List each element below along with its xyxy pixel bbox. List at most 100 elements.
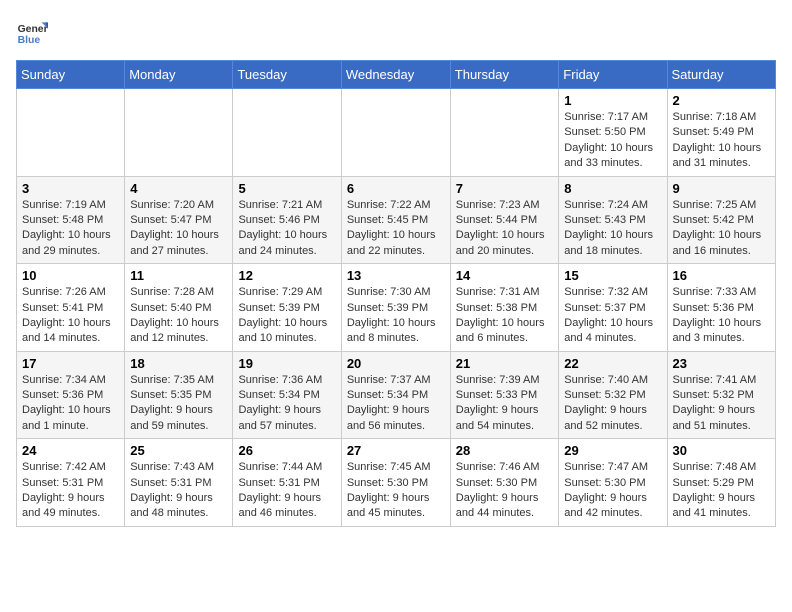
calendar-cell: 7 Sunrise: 7:23 AM Sunset: 5:44 PM Daylig… bbox=[450, 176, 559, 264]
calendar-cell: 3 Sunrise: 7:19 AM Sunset: 5:48 PM Daylig… bbox=[17, 176, 125, 264]
day-number: 5 bbox=[238, 181, 335, 196]
day-info: Sunrise: 7:17 AM Sunset: 5:50 PM Dayligh… bbox=[564, 110, 661, 172]
day-info: Sunrise: 7:28 AM Sunset: 5:40 PM Dayligh… bbox=[130, 285, 227, 347]
weekday-header: Tuesday bbox=[233, 61, 341, 89]
calendar-cell: 10 Sunrise: 7:26 AM Sunset: 5:41 PM Dayli… bbox=[17, 264, 125, 352]
calendar-cell: 15 Sunrise: 7:32 AM Sunset: 5:37 PM Dayli… bbox=[559, 264, 667, 352]
day-number: 13 bbox=[347, 268, 445, 283]
day-number: 22 bbox=[564, 356, 661, 371]
calendar-cell: 19Sunrise: 7:36 AM Sunset: 5:34 PM Dayli… bbox=[233, 351, 341, 439]
day-number: 7 bbox=[456, 181, 554, 196]
day-number: 26 bbox=[238, 443, 335, 458]
day-info: Sunrise: 7:45 AM Sunset: 5:30 PM Dayligh… bbox=[347, 460, 445, 522]
calendar-cell: 14 Sunrise: 7:31 AM Sunset: 5:38 PM Dayli… bbox=[450, 264, 559, 352]
day-info: Sunrise: 7:31 AM Sunset: 5:38 PM Dayligh… bbox=[456, 285, 554, 347]
calendar-cell: 20 Sunrise: 7:37 AM Sunset: 5:34 PM Dayli… bbox=[341, 351, 450, 439]
day-number: 21 bbox=[456, 356, 554, 371]
calendar-week-row: 1Sunrise: 7:17 AM Sunset: 5:50 PM Daylig… bbox=[17, 89, 776, 177]
calendar-cell: 29Sunrise: 7:47 AM Sunset: 5:30 PM Dayli… bbox=[559, 439, 667, 527]
day-info: Sunrise: 7:35 AM Sunset: 5:35 PM Dayligh… bbox=[130, 373, 227, 435]
day-number: 12 bbox=[238, 268, 335, 283]
day-info: Sunrise: 7:41 AM Sunset: 5:32 PM Dayligh… bbox=[673, 373, 770, 435]
weekday-header: Monday bbox=[125, 61, 233, 89]
day-info: Sunrise: 7:48 AM Sunset: 5:29 PM Dayligh… bbox=[673, 460, 770, 522]
calendar-cell: 17 Sunrise: 7:34 AM Sunset: 5:36 PM Dayli… bbox=[17, 351, 125, 439]
day-number: 19 bbox=[238, 356, 335, 371]
calendar-cell bbox=[341, 89, 450, 177]
calendar-cell: 25 Sunrise: 7:43 AM Sunset: 5:31 PM Dayli… bbox=[125, 439, 233, 527]
weekday-header: Sunday bbox=[17, 61, 125, 89]
day-info: Sunrise: 7:42 AM Sunset: 5:31 PM Dayligh… bbox=[22, 460, 119, 522]
day-number: 8 bbox=[564, 181, 661, 196]
day-number: 17 bbox=[22, 356, 119, 371]
day-info: Sunrise: 7:47 AM Sunset: 5:30 PM Dayligh… bbox=[564, 460, 661, 522]
day-number: 4 bbox=[130, 181, 227, 196]
day-number: 16 bbox=[673, 268, 770, 283]
day-info: Sunrise: 7:30 AM Sunset: 5:39 PM Dayligh… bbox=[347, 285, 445, 347]
calendar-cell: 12 Sunrise: 7:29 AM Sunset: 5:39 PM Dayli… bbox=[233, 264, 341, 352]
calendar-week-row: 3 Sunrise: 7:19 AM Sunset: 5:48 PM Daylig… bbox=[17, 176, 776, 264]
calendar-cell bbox=[450, 89, 559, 177]
calendar-cell: 9 Sunrise: 7:25 AM Sunset: 5:42 PM Daylig… bbox=[667, 176, 775, 264]
day-info: Sunrise: 7:26 AM Sunset: 5:41 PM Dayligh… bbox=[22, 285, 119, 347]
calendar-week-row: 10 Sunrise: 7:26 AM Sunset: 5:41 PM Dayli… bbox=[17, 264, 776, 352]
day-info: Sunrise: 7:33 AM Sunset: 5:36 PM Dayligh… bbox=[673, 285, 770, 347]
calendar-cell bbox=[125, 89, 233, 177]
day-number: 27 bbox=[347, 443, 445, 458]
day-info: Sunrise: 7:23 AM Sunset: 5:44 PM Dayligh… bbox=[456, 198, 554, 260]
day-info: Sunrise: 7:20 AM Sunset: 5:47 PM Dayligh… bbox=[130, 198, 227, 260]
day-number: 9 bbox=[673, 181, 770, 196]
calendar-week-row: 17 Sunrise: 7:34 AM Sunset: 5:36 PM Dayli… bbox=[17, 351, 776, 439]
day-number: 14 bbox=[456, 268, 554, 283]
day-number: 25 bbox=[130, 443, 227, 458]
calendar-cell: 26 Sunrise: 7:44 AM Sunset: 5:31 PM Dayli… bbox=[233, 439, 341, 527]
day-number: 2 bbox=[673, 93, 770, 108]
calendar-cell: 21 Sunrise: 7:39 AM Sunset: 5:33 PM Dayli… bbox=[450, 351, 559, 439]
day-info: Sunrise: 7:43 AM Sunset: 5:31 PM Dayligh… bbox=[130, 460, 227, 522]
day-number: 23 bbox=[673, 356, 770, 371]
day-info: Sunrise: 7:18 AM Sunset: 5:49 PM Dayligh… bbox=[673, 110, 770, 172]
calendar-cell: 4 Sunrise: 7:20 AM Sunset: 5:47 PM Daylig… bbox=[125, 176, 233, 264]
logo: General Blue bbox=[16, 16, 48, 48]
day-info: Sunrise: 7:21 AM Sunset: 5:46 PM Dayligh… bbox=[238, 198, 335, 260]
calendar-cell: 27 Sunrise: 7:45 AM Sunset: 5:30 PM Dayli… bbox=[341, 439, 450, 527]
day-number: 15 bbox=[564, 268, 661, 283]
day-number: 10 bbox=[22, 268, 119, 283]
page-header: General Blue bbox=[16, 16, 776, 48]
weekday-header: Saturday bbox=[667, 61, 775, 89]
svg-text:Blue: Blue bbox=[18, 35, 41, 46]
calendar-cell: 28Sunrise: 7:46 AM Sunset: 5:30 PM Dayli… bbox=[450, 439, 559, 527]
day-info: Sunrise: 7:19 AM Sunset: 5:48 PM Dayligh… bbox=[22, 198, 119, 260]
day-number: 28 bbox=[456, 443, 554, 458]
weekday-header: Thursday bbox=[450, 61, 559, 89]
calendar-table: SundayMondayTuesdayWednesdayThursdayFrid… bbox=[16, 60, 776, 527]
day-info: Sunrise: 7:44 AM Sunset: 5:31 PM Dayligh… bbox=[238, 460, 335, 522]
weekday-header: Friday bbox=[559, 61, 667, 89]
calendar-cell: 30 Sunrise: 7:48 AM Sunset: 5:29 PM Dayli… bbox=[667, 439, 775, 527]
day-info: Sunrise: 7:32 AM Sunset: 5:37 PM Dayligh… bbox=[564, 285, 661, 347]
day-info: Sunrise: 7:39 AM Sunset: 5:33 PM Dayligh… bbox=[456, 373, 554, 435]
calendar-cell: 11 Sunrise: 7:28 AM Sunset: 5:40 PM Dayli… bbox=[125, 264, 233, 352]
calendar-header-row: SundayMondayTuesdayWednesdayThursdayFrid… bbox=[17, 61, 776, 89]
day-info: Sunrise: 7:29 AM Sunset: 5:39 PM Dayligh… bbox=[238, 285, 335, 347]
day-number: 3 bbox=[22, 181, 119, 196]
day-info: Sunrise: 7:24 AM Sunset: 5:43 PM Dayligh… bbox=[564, 198, 661, 260]
day-info: Sunrise: 7:40 AM Sunset: 5:32 PM Dayligh… bbox=[564, 373, 661, 435]
day-info: Sunrise: 7:34 AM Sunset: 5:36 PM Dayligh… bbox=[22, 373, 119, 435]
day-info: Sunrise: 7:25 AM Sunset: 5:42 PM Dayligh… bbox=[673, 198, 770, 260]
calendar-cell: 24 Sunrise: 7:42 AM Sunset: 5:31 PM Dayli… bbox=[17, 439, 125, 527]
day-number: 30 bbox=[673, 443, 770, 458]
day-number: 11 bbox=[130, 268, 227, 283]
calendar-cell: 23 Sunrise: 7:41 AM Sunset: 5:32 PM Dayli… bbox=[667, 351, 775, 439]
day-number: 20 bbox=[347, 356, 445, 371]
svg-text:General: General bbox=[18, 24, 48, 35]
calendar-cell: 6Sunrise: 7:22 AM Sunset: 5:45 PM Daylig… bbox=[341, 176, 450, 264]
day-number: 24 bbox=[22, 443, 119, 458]
weekday-header: Wednesday bbox=[341, 61, 450, 89]
calendar-cell: 16 Sunrise: 7:33 AM Sunset: 5:36 PM Dayli… bbox=[667, 264, 775, 352]
day-info: Sunrise: 7:37 AM Sunset: 5:34 PM Dayligh… bbox=[347, 373, 445, 435]
calendar-cell bbox=[17, 89, 125, 177]
calendar-cell: 13 Sunrise: 7:30 AM Sunset: 5:39 PM Dayli… bbox=[341, 264, 450, 352]
calendar-week-row: 24 Sunrise: 7:42 AM Sunset: 5:31 PM Dayli… bbox=[17, 439, 776, 527]
calendar-cell: 8 Sunrise: 7:24 AM Sunset: 5:43 PM Daylig… bbox=[559, 176, 667, 264]
